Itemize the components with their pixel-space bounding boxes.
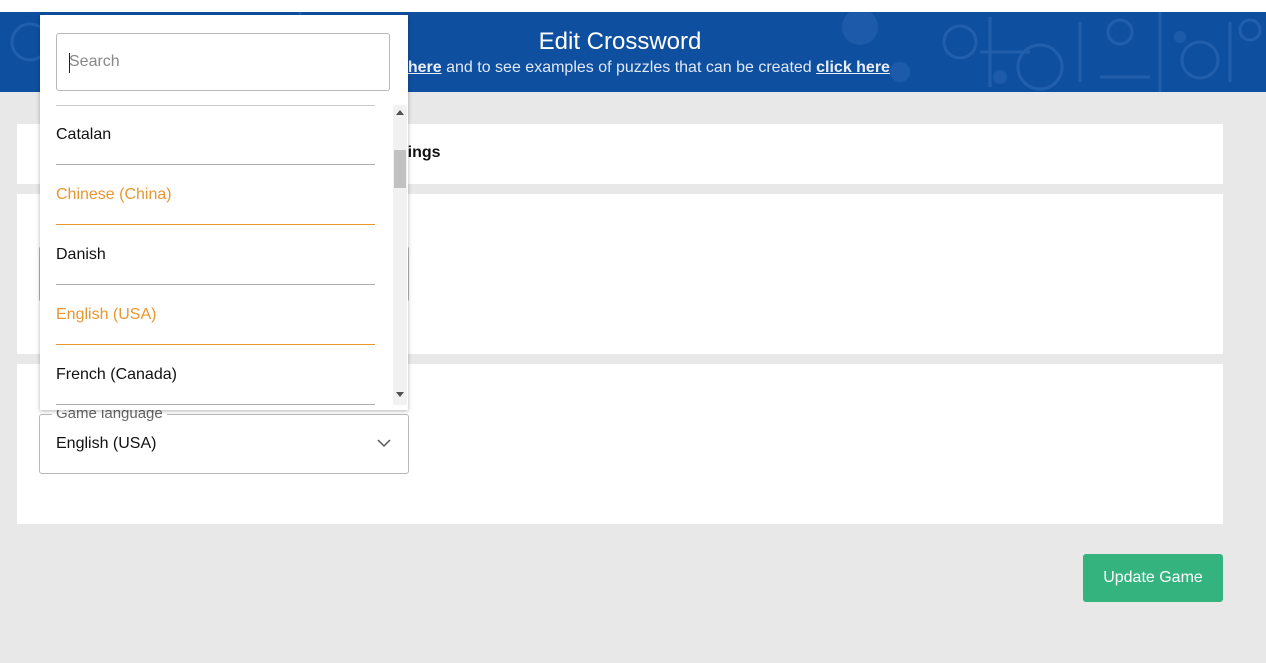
list-scrollbar[interactable] xyxy=(393,105,407,405)
text-caret xyxy=(69,53,70,73)
game-language-value: English (USA) xyxy=(56,435,157,452)
examples-link[interactable]: click here xyxy=(816,59,890,76)
option-danish[interactable]: Danish xyxy=(56,225,375,285)
chevron-down-icon[interactable] xyxy=(376,435,392,451)
scroll-up-arrow-icon[interactable] xyxy=(396,110,404,115)
language-dropdown: Catalan Chinese (China) Danish English (… xyxy=(40,15,408,410)
top-strip xyxy=(0,0,1266,12)
scroll-down-arrow-icon[interactable] xyxy=(396,392,404,397)
option-french-canada[interactable]: French (Canada) xyxy=(56,345,375,405)
option-english-usa[interactable]: English (USA) xyxy=(56,285,375,345)
subtitle-middle: and to see examples of puzzles that can … xyxy=(441,59,817,76)
game-language-select[interactable]: Game language English (USA) xyxy=(39,405,409,474)
options-list[interactable]: Catalan Chinese (China) Danish English (… xyxy=(40,105,408,405)
option-chinese-china[interactable]: Chinese (China) xyxy=(56,165,375,225)
search-input[interactable] xyxy=(56,33,390,91)
scrollbar-thumb[interactable] xyxy=(394,150,406,188)
option-catalan[interactable]: Catalan xyxy=(56,105,375,165)
update-game-button[interactable]: Update Game xyxy=(1083,554,1223,602)
